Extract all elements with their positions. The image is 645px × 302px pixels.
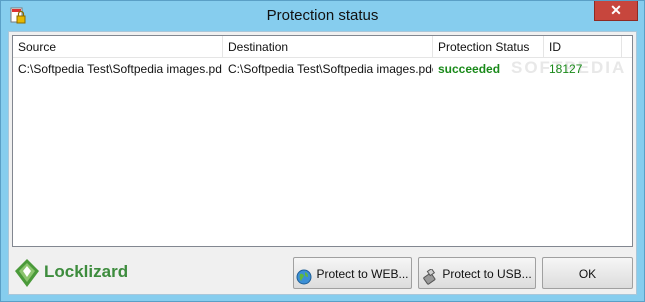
usb-icon [422,266,438,285]
list-header: Source Destination Protection Status ID [13,36,632,58]
protect-to-usb-button[interactable]: Protect to USB... [418,257,536,289]
close-button[interactable]: ✕ [594,1,638,21]
logo-text: Locklizard [44,262,129,281]
column-header-id[interactable]: ID [544,36,622,58]
dialog-body: Source Destination Protection Status ID … [8,31,637,295]
column-header-source[interactable]: Source [13,36,223,58]
table-row[interactable]: C:\Softpedia Test\Softpedia images.pd...… [13,60,632,78]
protect-to-web-button[interactable]: Protect to WEB... [293,257,412,289]
column-header-protection-status[interactable]: Protection Status [433,36,544,58]
protection-status-window: Protection status ✕ Source Destination P… [0,0,645,302]
protect-to-web-label: Protect to WEB... [316,266,409,281]
destination-cell: C:\Softpedia Test\Softpedia images.pdc [228,62,433,76]
ok-button[interactable]: OK [542,257,633,289]
status-cell: succeeded [438,62,501,76]
globe-icon [296,266,312,285]
status-list[interactable]: Source Destination Protection Status ID … [12,35,633,247]
source-cell: C:\Softpedia Test\Softpedia images.pd... [18,62,223,76]
protect-to-usb-label: Protect to USB... [442,266,532,281]
title-bar: Protection status ✕ [1,1,644,31]
locklizard-logo: Locklizard [12,256,152,290]
locklizard-logo-icon [12,257,42,292]
ok-label: OK [578,266,597,281]
id-cell: 18127 [549,62,583,76]
column-header-destination[interactable]: Destination [223,36,433,58]
window-title: Protection status [266,7,379,24]
